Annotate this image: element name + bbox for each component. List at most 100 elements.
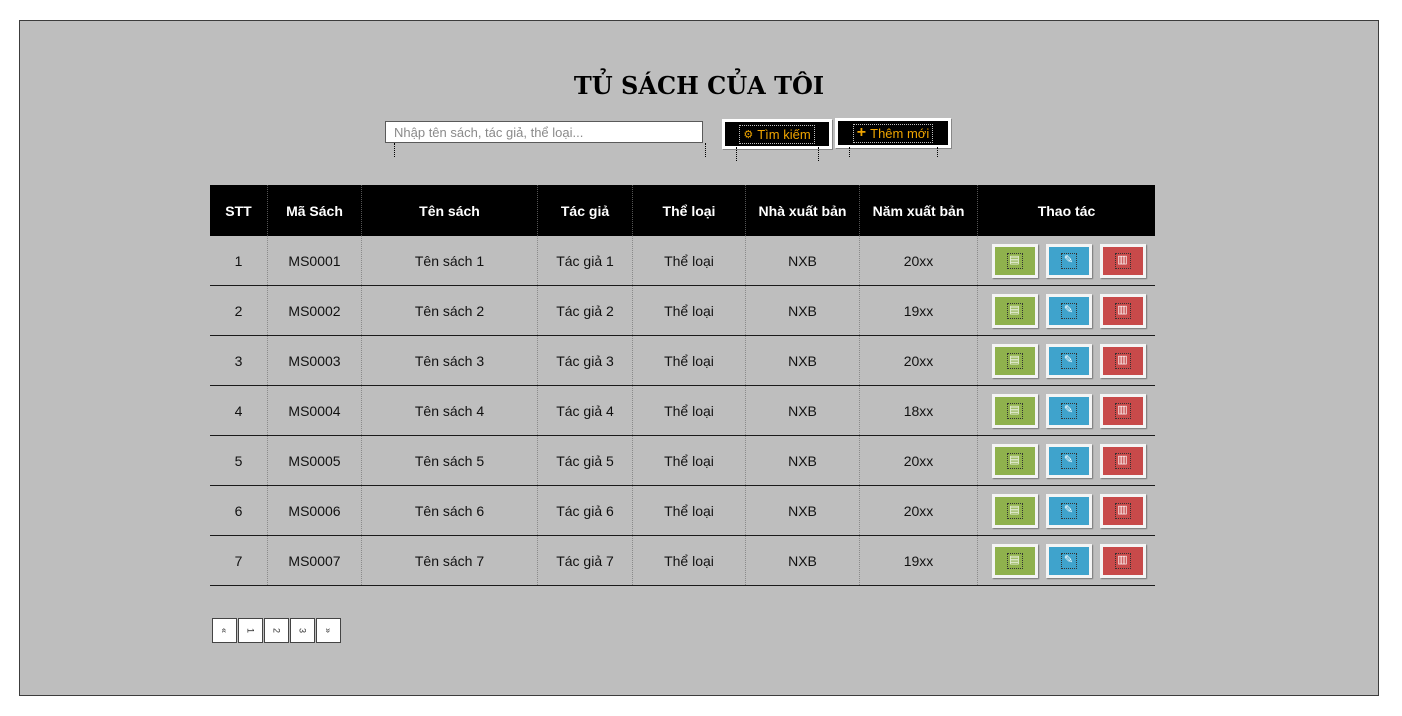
pencil-icon: ✎ — [1060, 302, 1077, 319]
view-button[interactable]: ▤ — [991, 243, 1038, 278]
add-new-button[interactable]: + Thêm mới — [835, 118, 951, 148]
add-new-button-label: Thêm mới — [870, 125, 930, 141]
cell-nxb: NXB — [745, 335, 860, 386]
cell-the-loai: Thể loại — [632, 285, 746, 336]
dotted-guide — [849, 147, 850, 157]
cell-stt: 2 — [210, 285, 268, 336]
cell-nxb: NXB — [745, 435, 860, 486]
search-icon: ⚙ — [743, 128, 754, 141]
trash-icon: ▥ — [1114, 402, 1131, 419]
page-title: TỦ SÁCH CỦA TÔI — [573, 71, 825, 100]
cell-actions: ▤ ✎ ▥ — [977, 236, 1155, 286]
pagination-next[interactable]: » — [316, 618, 341, 643]
view-button[interactable]: ▤ — [991, 393, 1038, 428]
delete-button[interactable]: ▥ — [1099, 293, 1146, 328]
search-button[interactable]: ⚙ Tìm kiếm — [722, 119, 832, 149]
edit-button[interactable]: ✎ — [1045, 393, 1092, 428]
cell-actions: ▤ ✎ ▥ — [977, 335, 1155, 386]
column-header-nxb: Nhà xuất bản — [745, 185, 860, 236]
table-row: 1 MS0001 Tên sách 1 Tác giả 1 Thể loại NXB 20x… — [210, 236, 1155, 286]
delete-button[interactable]: ▥ — [1099, 243, 1146, 278]
pagination-page[interactable]: 2 — [264, 618, 289, 643]
edit-button[interactable]: ✎ — [1045, 543, 1092, 578]
dotted-guide — [818, 147, 819, 161]
delete-button[interactable]: ▥ — [1099, 443, 1146, 478]
cell-the-loai: Thể loại — [632, 435, 746, 486]
cell-ma-sach: MS0001 — [267, 236, 362, 286]
view-button[interactable]: ▤ — [991, 293, 1038, 328]
document-icon: ▤ — [1006, 302, 1023, 319]
edit-button[interactable]: ✎ — [1045, 243, 1092, 278]
delete-button[interactable]: ▥ — [1099, 493, 1146, 528]
trash-icon: ▥ — [1114, 252, 1131, 269]
trash-icon: ▥ — [1114, 452, 1131, 469]
search-button-label: Tìm kiếm — [757, 126, 811, 142]
trash-icon: ▥ — [1114, 502, 1131, 519]
edit-button[interactable]: ✎ — [1045, 293, 1092, 328]
cell-nam-xuat-ban: 19xx — [859, 535, 978, 586]
table-row: 4 MS0004 Tên sách 4 Tác giả 4 Thể loại NXB 18x… — [210, 385, 1155, 436]
cell-stt: 6 — [210, 485, 268, 536]
cell-actions: ▤ ✎ ▥ — [977, 435, 1155, 486]
trash-icon: ▥ — [1114, 552, 1131, 569]
cell-tac-gia: Tác giả 7 — [537, 535, 633, 586]
view-button[interactable]: ▤ — [991, 443, 1038, 478]
cell-nam-xuat-ban: 20xx — [859, 236, 978, 286]
plus-icon: + — [856, 124, 867, 141]
cell-actions: ▤ ✎ ▥ — [977, 535, 1155, 586]
edit-button[interactable]: ✎ — [1045, 343, 1092, 378]
cell-ma-sach: MS0006 — [267, 485, 362, 536]
cell-nxb: NXB — [745, 236, 860, 286]
pencil-icon: ✎ — [1060, 502, 1077, 519]
pencil-icon: ✎ — [1060, 352, 1077, 369]
cell-actions: ▤ ✎ ▥ — [977, 385, 1155, 436]
cell-tac-gia: Tác giả 3 — [537, 335, 633, 386]
search-input[interactable] — [385, 121, 703, 143]
cell-ma-sach: MS0004 — [267, 385, 362, 436]
cell-ma-sach: MS0003 — [267, 335, 362, 386]
cell-ten-sach: Tên sách 7 — [361, 535, 538, 586]
books-table: STT Mã Sách Tên sách Tác giả Thể loại Nh… — [210, 185, 1155, 586]
view-button[interactable]: ▤ — [991, 493, 1038, 528]
cell-ten-sach: Tên sách 3 — [361, 335, 538, 386]
view-button[interactable]: ▤ — [991, 343, 1038, 378]
column-header-the-loai: Thể loại — [632, 185, 746, 236]
delete-button[interactable]: ▥ — [1099, 543, 1146, 578]
column-header-nam-xuat-ban: Năm xuất bản — [859, 185, 978, 236]
column-header-stt: STT — [210, 185, 268, 236]
dotted-guide — [394, 143, 395, 157]
pagination-page[interactable]: 3 — [290, 618, 315, 643]
table-row: 7 MS0007 Tên sách 7 Tác giả 7 Thể loại NXB 19x… — [210, 535, 1155, 586]
cell-ten-sach: Tên sách 5 — [361, 435, 538, 486]
cell-stt: 1 — [210, 236, 268, 286]
cell-ma-sach: MS0005 — [267, 435, 362, 486]
view-button[interactable]: ▤ — [991, 543, 1038, 578]
pagination-prev[interactable]: « — [212, 618, 237, 643]
pencil-icon: ✎ — [1060, 552, 1077, 569]
cell-the-loai: Thể loại — [632, 236, 746, 286]
cell-stt: 4 — [210, 385, 268, 436]
cell-nam-xuat-ban: 20xx — [859, 335, 978, 386]
cell-tac-gia: Tác giả 2 — [537, 285, 633, 336]
cell-nam-xuat-ban: 20xx — [859, 485, 978, 536]
cell-ten-sach: Tên sách 1 — [361, 236, 538, 286]
dotted-guide — [736, 147, 737, 161]
document-icon: ▤ — [1006, 502, 1023, 519]
cell-nxb: NXB — [745, 385, 860, 436]
cell-tac-gia: Tác giả 6 — [537, 485, 633, 536]
edit-button[interactable]: ✎ — [1045, 443, 1092, 478]
cell-tac-gia: Tác giả 5 — [537, 435, 633, 486]
delete-button[interactable]: ▥ — [1099, 393, 1146, 428]
pencil-icon: ✎ — [1060, 452, 1077, 469]
pagination-page[interactable]: 1 — [238, 618, 263, 643]
table-header-row: STT Mã Sách Tên sách Tác giả Thể loại Nh… — [210, 185, 1155, 236]
cell-the-loai: Thể loại — [632, 385, 746, 436]
cell-actions: ▤ ✎ ▥ — [977, 285, 1155, 336]
cell-stt: 5 — [210, 435, 268, 486]
delete-button[interactable]: ▥ — [1099, 343, 1146, 378]
edit-button[interactable]: ✎ — [1045, 493, 1092, 528]
column-header-thao-tac: Thao tác — [977, 185, 1155, 236]
cell-nam-xuat-ban: 20xx — [859, 435, 978, 486]
column-header-ma-sach: Mã Sách — [267, 185, 362, 236]
table-row: 5 MS0005 Tên sách 5 Tác giả 5 Thể loại NXB 20x… — [210, 435, 1155, 486]
